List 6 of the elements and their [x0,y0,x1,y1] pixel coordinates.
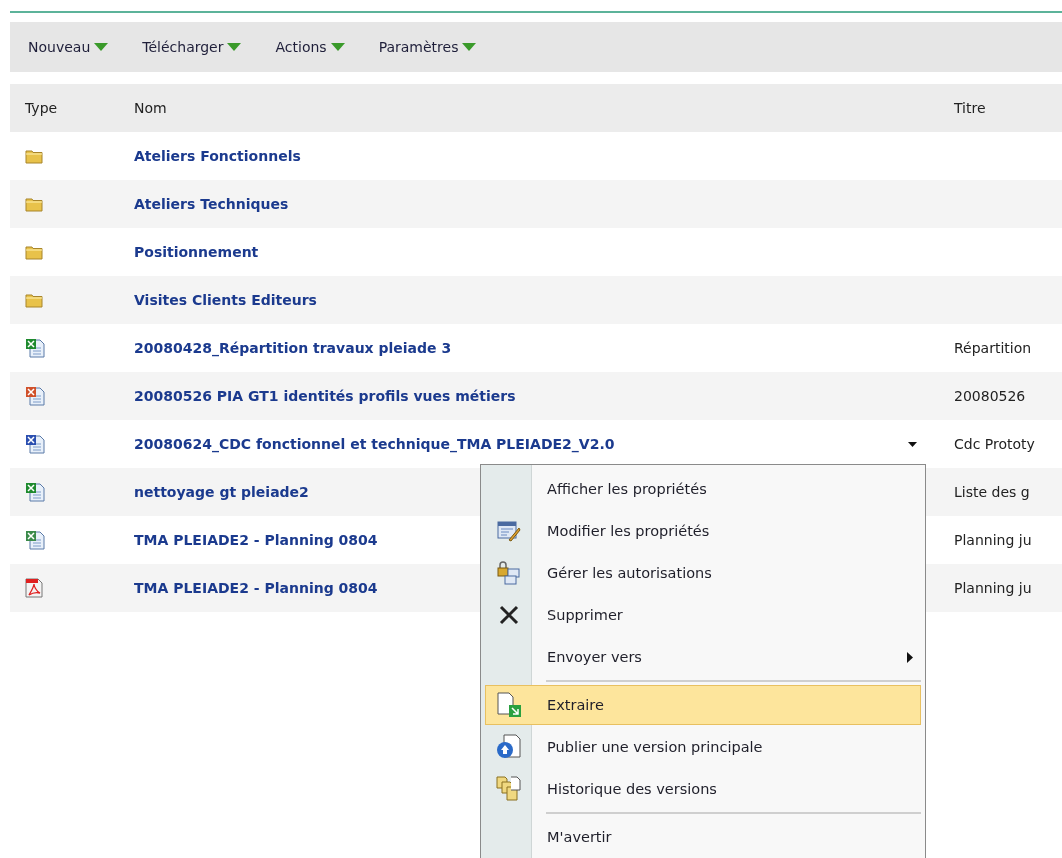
title-cell: 20080526 [954,388,1026,404]
title-cell: Cdc Prototy [954,436,1035,452]
title-cell: Répartition [954,340,1032,356]
title-cell: Planning ju [954,580,1032,596]
title-cell: Planning ju [954,532,1032,548]
title-cell: Liste des g [954,484,1030,500]
